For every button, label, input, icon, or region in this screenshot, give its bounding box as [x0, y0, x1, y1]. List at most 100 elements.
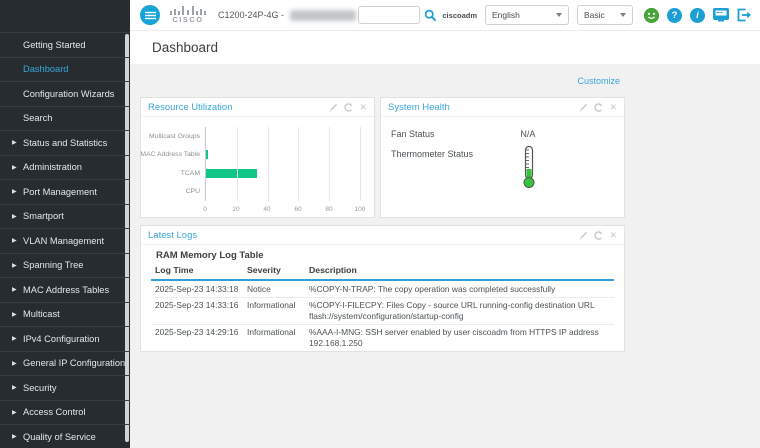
description-cell: %COPY-I-FILECPY: Files Copy - source URL…: [305, 297, 614, 324]
chart-row-tcam: [206, 164, 360, 183]
refresh-icon[interactable]: [594, 103, 603, 112]
x-tick-label: 60: [294, 206, 301, 213]
expand-arrow-icon: ▶: [12, 213, 17, 220]
logout-icon[interactable]: [737, 8, 752, 22]
gridline: [298, 127, 299, 201]
system-health-panel: System Health ✕ Fan Status N/A: [380, 97, 625, 218]
log-table-title: RAM Memory Log Table: [156, 250, 614, 261]
description-cell: %TIMEMANAGE-N-CLOCKSRCUPDATE: Operationa…: [305, 351, 614, 352]
gridline: [329, 127, 330, 201]
sidebar-item-getting-started[interactable]: Getting Started: [0, 32, 130, 57]
device-name: C1200-24P-4G -: [218, 10, 356, 21]
sidebar-item-search[interactable]: Search: [0, 106, 130, 131]
bar-mac-address-table: [206, 150, 208, 159]
edit-icon[interactable]: [329, 103, 338, 112]
sidebar-item-label: Access Control: [23, 407, 86, 417]
info-icon[interactable]: i: [690, 8, 705, 23]
latest-logs-body: RAM Memory Log Table Log Time Severity D…: [141, 250, 624, 352]
sidebar-item-access-control[interactable]: ▶ Access Control: [0, 400, 130, 425]
sidebar-item-label: VLAN Management: [23, 236, 104, 246]
close-icon[interactable]: ✕: [609, 231, 617, 240]
gridline: [360, 127, 361, 201]
latest-logs-header: Latest Logs ✕: [141, 226, 624, 245]
expand-arrow-icon: ▶: [12, 335, 17, 342]
description-cell: %COPY-N-TRAP: The copy operation was com…: [305, 280, 614, 297]
sidebar-item-smartport[interactable]: ▶Smartport: [0, 204, 130, 229]
expand-arrow-icon: ▶: [12, 409, 17, 416]
x-tick-label: 0: [203, 206, 207, 213]
refresh-icon[interactable]: [594, 231, 603, 240]
expand-arrow-icon: ▶: [12, 286, 17, 293]
resource-utilization-header: Resource Utilization ✕: [141, 98, 374, 117]
sidebar-item-quality-of-service[interactable]: ▶Quality of Service: [0, 424, 130, 448]
chart-row-mac-address-table: [206, 146, 360, 165]
search-icon[interactable]: [424, 9, 437, 22]
chart-plot-area: [205, 127, 360, 201]
help-icon[interactable]: ?: [667, 8, 682, 23]
sidebar-item-multicast[interactable]: ▶Multicast: [0, 302, 130, 327]
cisco-logo-text: CISCO: [172, 16, 203, 24]
system-status-icon[interactable]: [644, 8, 659, 23]
system-health-body: Fan Status N/A Thermometer Status: [381, 117, 624, 193]
expand-arrow-icon: ▶: [12, 164, 17, 171]
x-tick-label: 80: [325, 206, 332, 213]
refresh-icon[interactable]: [344, 103, 353, 112]
log-row: 2025-Sep-23 14:33:16Informational%COPY-I…: [151, 297, 614, 324]
gridline: [268, 127, 269, 201]
customize-link[interactable]: Customize: [577, 76, 620, 86]
sidebar-item-dashboard[interactable]: Dashboard: [0, 57, 130, 82]
column-header-severity[interactable]: Severity: [243, 263, 305, 280]
sidebar-item-general-ip-configuration[interactable]: ▶General IP Configuration: [0, 351, 130, 376]
close-icon[interactable]: ✕: [359, 103, 367, 112]
chart-label-cpu: CPU: [147, 183, 204, 202]
bar-tcam: [206, 169, 257, 178]
thermometer-status-row: Thermometer Status: [391, 149, 614, 193]
sidebar-item-vlan-management[interactable]: ▶VLAN Management: [0, 228, 130, 253]
username-label: ciscoadm: [442, 11, 477, 20]
sidebar-item-status-and-statistics[interactable]: ▶Status and Statistics: [0, 130, 130, 155]
chart-label-multicast-groups: Multicast Groups: [147, 127, 204, 146]
sidebar-item-label: Spanning Tree: [23, 260, 83, 270]
edit-icon[interactable]: [579, 231, 588, 240]
sidebar-item-mac-address-tables[interactable]: ▶MAC Address Tables: [0, 277, 130, 302]
expand-arrow-icon: ▶: [12, 139, 17, 146]
app-window: Getting StartedDashboardConfiguration Wi…: [0, 0, 760, 448]
gridline: [237, 127, 238, 201]
header-icon-cluster: ? i: [644, 8, 752, 23]
expand-arrow-icon: ▶: [12, 433, 17, 440]
panel-title: Latest Logs: [148, 230, 197, 241]
sidebar-item-administration[interactable]: ▶Administration: [0, 155, 130, 180]
severity-cell: Informational: [243, 324, 305, 351]
expand-arrow-icon: ▶: [12, 188, 17, 195]
latest-logs-panel: Latest Logs ✕ RAM Memory Log Table: [140, 225, 625, 352]
close-icon[interactable]: ✕: [609, 103, 617, 112]
language-select[interactable]: English: [485, 5, 569, 25]
edit-icon[interactable]: [579, 103, 588, 112]
page-title: Dashboard: [130, 40, 218, 55]
chart-row-multicast-groups: [206, 127, 360, 146]
column-header-description[interactable]: Description: [305, 263, 614, 280]
sidebar-item-spanning-tree[interactable]: ▶Spanning Tree: [0, 253, 130, 278]
log-row: 2025-Sep-23 14:29:16Informational%AAA-I-…: [151, 324, 614, 351]
column-header-log-time[interactable]: Log Time: [151, 263, 243, 280]
sidebar-item-configuration-wizards[interactable]: Configuration Wizards: [0, 81, 130, 106]
sidebar-item-label: Multicast: [23, 309, 60, 319]
console-icon[interactable]: [713, 8, 729, 22]
sidebar: Getting StartedDashboardConfiguration Wi…: [0, 0, 130, 448]
chart-label-mac-address-table: MAC Address Table: [147, 146, 204, 165]
panel-title: Resource Utilization: [148, 102, 232, 113]
severity-cell: Notice: [243, 280, 305, 297]
fan-status-row: Fan Status N/A: [391, 129, 614, 139]
sidebar-toggle-button[interactable]: [140, 5, 160, 25]
sidebar-item-security[interactable]: ▶Security: [0, 375, 130, 400]
log-time-cell: 2025-Sep-23 14:33:18: [151, 280, 243, 297]
sidebar-item-label: Port Management: [23, 187, 97, 197]
x-tick-label: 40: [263, 206, 270, 213]
sidebar-item-ipv4-configuration[interactable]: ▶IPv4 Configuration: [0, 326, 130, 351]
resource-utilization-chart: Multicast GroupsMAC Address TableTCAMCPU…: [147, 125, 366, 215]
sidebar-item-port-management[interactable]: ▶ Port Management: [0, 179, 130, 204]
display-mode-select[interactable]: Basic: [577, 5, 633, 25]
log-time-cell: 2025-Sep-23 14:33:16: [151, 297, 243, 324]
panel-title: System Health: [388, 102, 450, 113]
search-input[interactable]: [358, 6, 420, 24]
